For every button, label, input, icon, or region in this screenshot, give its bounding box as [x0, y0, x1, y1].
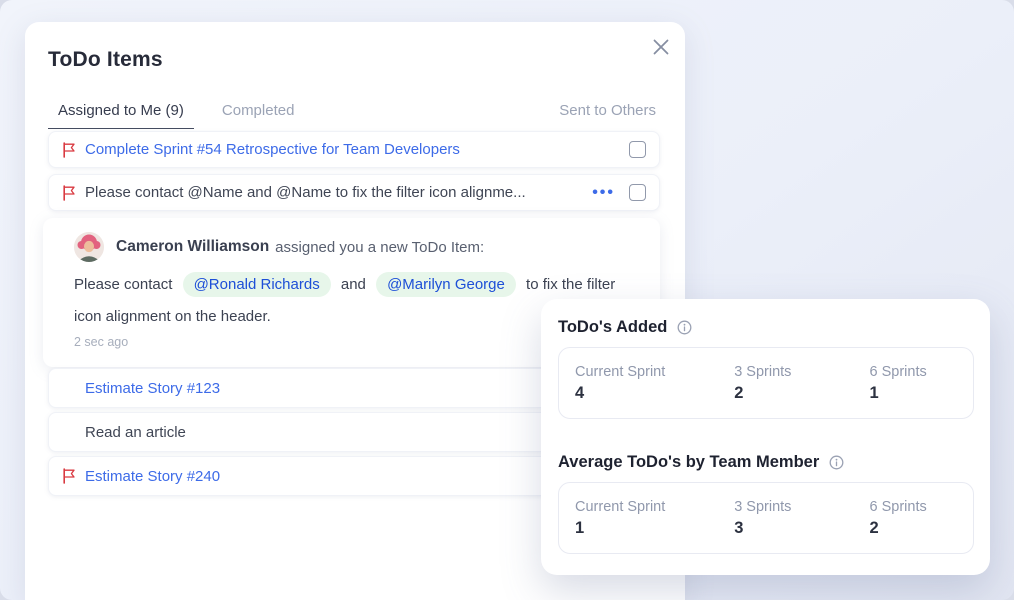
todo-item-row[interactable]: Complete Sprint #54 Retrospective for Te… — [48, 131, 660, 168]
metric-label: Current Sprint — [575, 499, 734, 515]
metric-value: 4 — [575, 384, 734, 403]
detail-header: Cameron Williamson assigned you a new To… — [74, 232, 484, 262]
close-icon — [653, 39, 669, 55]
message-prefix: Please contact — [74, 276, 172, 293]
metrics-box: Current Sprint 1 3 Sprints 3 6 Sprints 2 — [558, 482, 974, 554]
metric: 3 Sprints 3 — [734, 499, 869, 538]
todo-checkbox[interactable] — [629, 184, 646, 201]
info-button[interactable] — [829, 455, 844, 470]
metric-label: 3 Sprints — [734, 499, 869, 515]
stats-section-title: Average ToDo's by Team Member — [558, 453, 819, 472]
metric-value: 1 — [870, 384, 973, 403]
author-name: Cameron Williamson — [116, 238, 269, 256]
stats-section-title: ToDo's Added — [558, 318, 667, 337]
flag-icon — [62, 468, 85, 484]
metric: 6 Sprints 2 — [870, 499, 973, 538]
todo-item-title: Please contact @Name and @Name to fix th… — [85, 184, 592, 201]
tab-assigned-to-me[interactable]: Assigned to Me (9) — [48, 102, 194, 129]
metric-label: Current Sprint — [575, 364, 734, 380]
avatar — [74, 232, 104, 262]
info-icon — [829, 455, 844, 470]
stats-panel: ToDo's Added Current Sprint 4 3 Sprints … — [541, 299, 990, 575]
tab-completed[interactable]: Completed — [212, 102, 305, 128]
todo-list-top: Complete Sprint #54 Retrospective for Te… — [48, 131, 660, 217]
todo-checkbox[interactable] — [629, 141, 646, 158]
more-options-icon[interactable]: ••• — [592, 184, 615, 202]
metric: Current Sprint 4 — [575, 364, 734, 403]
app-background: ToDo Items Assigned to Me (9) Completed … — [0, 0, 1014, 600]
mention-chip[interactable]: @Ronald Richards — [183, 272, 331, 297]
todo-item-row[interactable]: Please contact @Name and @Name to fix th… — [48, 174, 660, 211]
metrics-box: Current Sprint 4 3 Sprints 2 6 Sprints 1 — [558, 347, 974, 419]
metric: 3 Sprints 2 — [734, 364, 869, 403]
tab-bar: Assigned to Me (9) Completed Sent to Oth… — [48, 102, 656, 129]
flag-icon — [62, 142, 85, 158]
metric-label: 6 Sprints — [870, 499, 973, 515]
todo-item-title[interactable]: Complete Sprint #54 Retrospective for Te… — [85, 141, 629, 158]
close-button[interactable] — [644, 30, 678, 64]
metric-value: 2 — [734, 384, 869, 403]
message-conjunction: and — [341, 276, 366, 293]
info-button[interactable] — [677, 320, 692, 335]
mention-chip[interactable]: @Marilyn George — [376, 272, 516, 297]
stats-section-average-todos: Average ToDo's by Team Member Current Sp… — [558, 453, 974, 554]
tab-sent-to-others[interactable]: Sent to Others — [549, 102, 656, 128]
metric-value: 3 — [734, 519, 869, 538]
timestamp: 2 sec ago — [74, 335, 128, 349]
info-icon — [677, 320, 692, 335]
flag-icon — [62, 185, 85, 201]
stats-section-todos-added: ToDo's Added Current Sprint 4 3 Sprints … — [558, 318, 974, 419]
metric-value: 2 — [870, 519, 973, 538]
metric: Current Sprint 1 — [575, 499, 734, 538]
metric-label: 6 Sprints — [870, 364, 973, 380]
metric-value: 1 — [575, 519, 734, 538]
metric-label: 3 Sprints — [734, 364, 869, 380]
modal-title: ToDo Items — [48, 48, 163, 72]
detail-action-text: assigned you a new ToDo Item: — [275, 239, 484, 256]
metric: 6 Sprints 1 — [870, 364, 973, 403]
